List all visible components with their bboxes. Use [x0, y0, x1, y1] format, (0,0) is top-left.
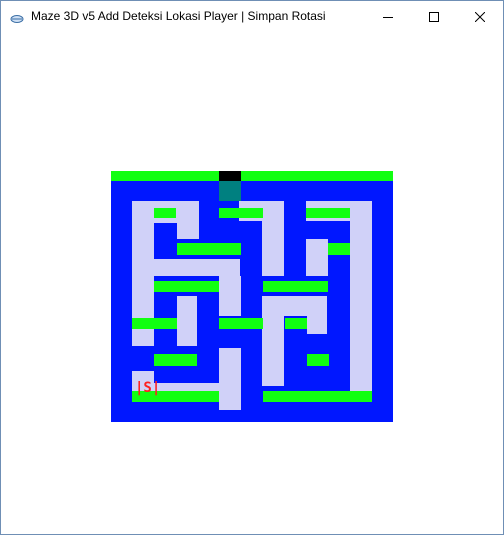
player-marker: |S|: [135, 380, 161, 396]
green-wall: [263, 391, 372, 402]
green-wall: [328, 243, 350, 255]
app-window: Maze 3D v5 Add Deteksi Lokasi Player | S…: [0, 0, 504, 535]
green-wall: [177, 243, 241, 255]
maze-path: [177, 201, 199, 239]
maze-path: [306, 239, 328, 276]
minimize-icon: [383, 17, 393, 18]
green-wall: [307, 354, 329, 366]
maximize-icon: [429, 12, 439, 22]
green-wall: [219, 318, 263, 329]
green-wall: [132, 318, 177, 329]
green-wall: [154, 354, 197, 366]
maze-entrance: [219, 171, 241, 181]
green-wall: [219, 208, 263, 218]
close-button[interactable]: [457, 1, 503, 33]
green-wall: [306, 208, 350, 218]
minimize-button[interactable]: [365, 1, 411, 33]
green-wall: [154, 208, 176, 218]
maximize-button[interactable]: [411, 1, 457, 33]
green-wall: [111, 171, 219, 181]
maze-map: |S|: [111, 171, 393, 422]
maze-path: [262, 316, 284, 386]
maze-path: [307, 296, 327, 334]
maze-path: [154, 259, 240, 276]
maze-path: [350, 201, 372, 391]
window-title: Maze 3D v5 Add Deteksi Lokasi Player | S…: [31, 9, 326, 23]
maze-entrance-path: [219, 181, 241, 201]
app-icon: [10, 11, 24, 23]
close-icon: [475, 12, 485, 22]
title-bar[interactable]: Maze 3D v5 Add Deteksi Lokasi Player | S…: [1, 1, 503, 33]
green-wall: [263, 281, 328, 292]
green-wall: [241, 171, 393, 181]
green-wall: [154, 281, 219, 292]
maze-path: [219, 348, 241, 410]
maze-path: [177, 296, 197, 346]
green-wall: [285, 318, 307, 329]
maze-path: [219, 276, 241, 316]
maze-path: [262, 201, 284, 276]
